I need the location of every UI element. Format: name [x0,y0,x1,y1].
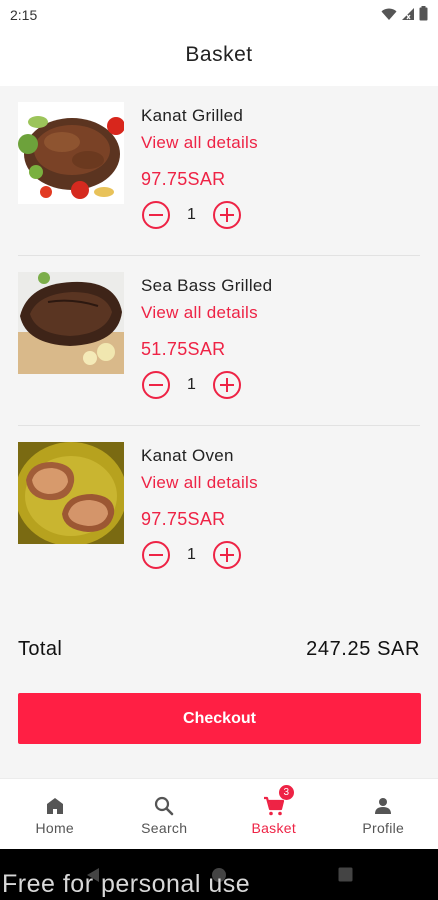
status-bar: 2:15 [0,0,438,28]
home-icon [46,798,63,814]
quantity-stepper: 1 [141,540,243,570]
search-icon [155,796,174,816]
basket-item: Kanat Grilled View all details 97.75SAR … [0,86,438,256]
increase-quantity-button[interactable] [212,370,242,400]
page-title: Basket [185,43,253,66]
quantity-value: 1 [187,206,196,223]
nav-label: Profile [362,820,405,836]
increase-quantity-button[interactable] [212,540,242,570]
nav-label: Search [141,820,188,836]
item-image [18,442,124,544]
basket-item: Kanat Oven View all details 97.75SAR 1 [0,426,438,596]
item-price: 51.75SAR [141,339,226,359]
nav-label: Home [35,820,75,836]
item-name: Kanat Grilled [141,106,244,125]
view-details-link[interactable]: View all details [141,133,258,153]
item-image [18,102,124,204]
item-image [18,272,124,374]
quantity-value: 1 [187,546,196,563]
battery-icon [419,6,428,21]
nav-item-search[interactable]: Search [110,779,220,849]
bottom-nav: Home Search 3 Basket Profile [0,778,438,849]
checkout-label: Checkout [183,709,256,727]
item-price: 97.75SAR [141,509,226,529]
status-time: 2:15 [10,7,38,23]
quantity-stepper: 1 [141,370,243,400]
nav-item-profile[interactable]: Profile [329,779,438,849]
cart-count-badge: 3 [278,785,294,800]
quantity-value: 1 [187,376,196,393]
nav-item-basket[interactable]: 3 Basket [219,779,329,849]
status-icons [381,6,428,21]
app-header: Basket [0,28,438,86]
person-icon [375,798,392,814]
view-details-link[interactable]: View all details [141,303,258,323]
item-name: Kanat Oven [141,446,234,465]
decrease-quantity-button[interactable] [141,370,171,400]
item-price: 97.75SAR [141,169,226,189]
increase-quantity-button[interactable] [212,200,242,230]
total-value: 247.25 SAR [306,638,420,660]
nav-item-home[interactable]: Home [0,779,110,849]
wifi-icon [381,8,397,20]
checkout-button[interactable]: Checkout [18,693,421,744]
nav-label: Basket [251,820,297,836]
decrease-quantity-button[interactable] [141,540,171,570]
recents-icon[interactable] [338,867,353,882]
watermark-text: Free for personal use [2,870,251,898]
view-details-link[interactable]: View all details [141,473,258,493]
decrease-quantity-button[interactable] [141,200,171,230]
signal-icon [402,7,414,20]
total-label: Total [18,638,63,660]
basket-item: Sea Bass Grilled View all details 51.75S… [0,256,438,426]
quantity-stepper: 1 [141,200,243,230]
item-name: Sea Bass Grilled [141,276,273,295]
